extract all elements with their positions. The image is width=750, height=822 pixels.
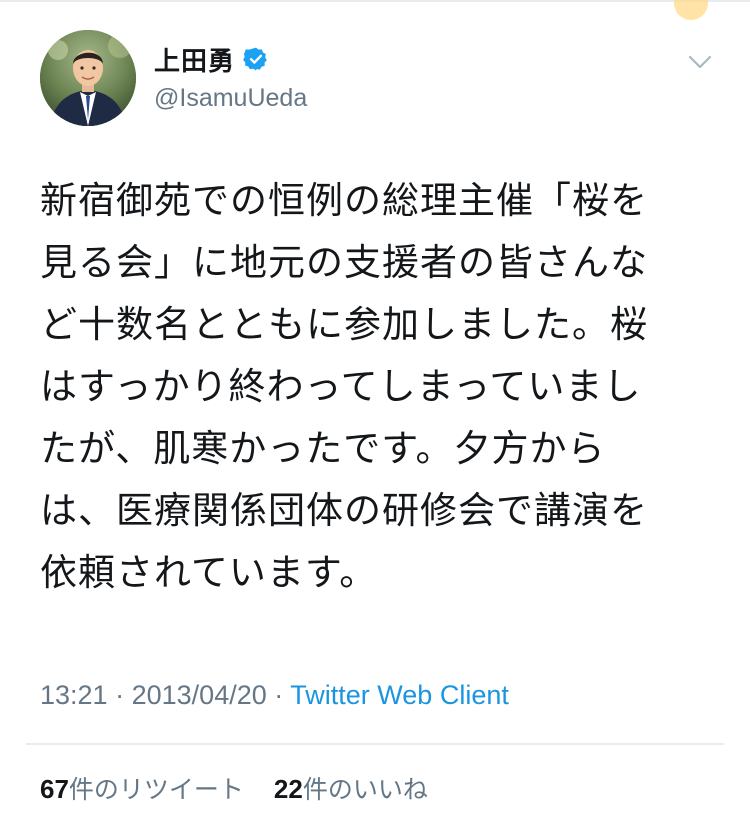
user-handle[interactable]: @IsamuUeda xyxy=(154,84,307,113)
meta-separator: · xyxy=(115,680,125,710)
retweet-count: 67 xyxy=(40,774,69,804)
meta-separator: · xyxy=(274,680,284,710)
like-label: 件のいいね xyxy=(302,775,428,804)
verified-badge-icon xyxy=(243,46,269,72)
like-count: 22 xyxy=(273,774,303,804)
tweet-meta: 13:21 · 2013/04/20 · Twitter Web Client xyxy=(40,680,509,711)
tweet-text: 新宿御苑での恒例の総理主催「桜を 見る会」に地元の支援者の皆さんな ど十数名とと… xyxy=(40,170,712,604)
chevron-down-icon[interactable] xyxy=(688,54,712,70)
tweet-text-line: ど十数名とともに参加しました。桜 xyxy=(40,303,648,346)
corner-decoration xyxy=(674,0,708,20)
tweet-text-line: 依頼されています。 xyxy=(40,551,378,594)
tweet-text-line: は、医療関係団体の研修会で講演を xyxy=(40,489,648,532)
avatar[interactable] xyxy=(40,30,136,126)
display-name[interactable]: 上田勇 xyxy=(154,41,235,78)
like-count-link[interactable]: 22件のいいね xyxy=(273,774,428,804)
tweet-source-link[interactable]: Twitter Web Client xyxy=(290,680,509,710)
display-name-row: 上田勇 xyxy=(154,41,307,78)
tweet-text-line: はすっかり終わってしまっていまし xyxy=(40,365,642,408)
tweet-date[interactable]: 2013/04/20 xyxy=(132,680,267,710)
profile-photo xyxy=(40,30,136,126)
user-info: 上田勇 @IsamuUeda xyxy=(154,42,307,113)
tweet-stats: 67件のリツイート 22件のいいね xyxy=(40,770,450,806)
top-divider xyxy=(0,0,750,2)
tweet-time[interactable]: 13:21 xyxy=(40,680,108,710)
stats-divider xyxy=(26,743,724,745)
retweet-label: 件のリツイート xyxy=(68,775,244,804)
tweet-text-line: 見る会」に地元の支援者の皆さんな xyxy=(40,241,648,284)
tweet-text-line: たが、肌寒かったです。夕方から xyxy=(40,427,606,470)
tweet-text-line: 新宿御苑での恒例の総理主催「桜を xyxy=(40,179,648,222)
retweet-count-link[interactable]: 67件のリツイート xyxy=(40,774,244,804)
tweet-header: 上田勇 @IsamuUeda xyxy=(40,30,720,130)
